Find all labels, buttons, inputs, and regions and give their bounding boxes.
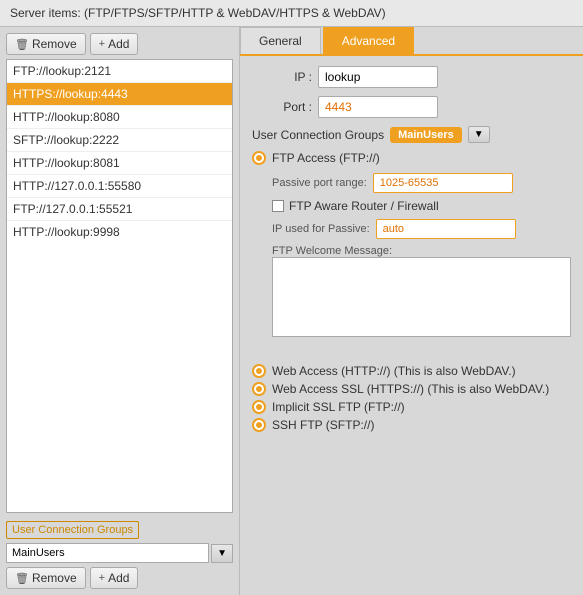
- add-server-button[interactable]: + Add: [90, 33, 139, 55]
- user-conn-groups-label: User Connection Groups: [252, 128, 384, 142]
- server-item-label: FTP://127.0.0.1:55521: [13, 202, 132, 216]
- ftp-access-radio[interactable]: [252, 151, 266, 165]
- server-item-2[interactable]: HTTP://lookup:8080: [7, 106, 232, 129]
- plus-icon: +: [99, 572, 105, 584]
- ftp-router-checkbox[interactable]: [272, 200, 284, 212]
- passive-port-row: Passive port range:: [272, 173, 571, 193]
- web-access-row: Web Access (HTTP://) (This is also WebDA…: [252, 364, 571, 378]
- plus-icon: +: [99, 38, 105, 50]
- tab-advanced[interactable]: Advanced: [323, 27, 414, 54]
- radio-dot: [256, 404, 262, 410]
- trash-icon: 🗑: [15, 38, 29, 51]
- divider: [252, 348, 571, 356]
- radio-dot: [256, 368, 262, 374]
- right-panel: General Advanced IP : Port :: [240, 27, 583, 595]
- web-access-ssl-radio[interactable]: [252, 382, 266, 396]
- welcome-textarea[interactable]: [272, 257, 571, 337]
- web-access-ssl-label: Web Access SSL (HTTPS://) (This is also …: [272, 382, 549, 396]
- server-item-6[interactable]: FTP://127.0.0.1:55521: [7, 198, 232, 221]
- add-user-label: Add: [108, 571, 129, 585]
- server-item-7[interactable]: HTTP://lookup:9998: [7, 221, 232, 243]
- server-item-label: HTTP://lookup:8080: [13, 110, 120, 124]
- content-area: 🗑 Remove + Add FTP://lookup:2121 HTTPS:/…: [0, 27, 583, 595]
- tab-general[interactable]: General: [240, 27, 321, 54]
- welcome-label: FTP Welcome Message:: [272, 245, 571, 257]
- tabs: General Advanced: [240, 27, 583, 56]
- select-arrow-icon[interactable]: ▼: [211, 544, 233, 563]
- radio-dot: [256, 386, 262, 392]
- passive-port-label: Passive port range:: [272, 177, 367, 189]
- ip-used-label: IP used for Passive:: [272, 223, 370, 235]
- user-connection-label: User Connection Groups: [6, 521, 233, 539]
- tab-general-label: General: [259, 34, 302, 48]
- server-item-label: HTTP://127.0.0.1:55580: [13, 179, 141, 193]
- user-connection-buttons: 🗑 Remove + Add: [6, 567, 233, 589]
- ftp-router-row: FTP Aware Router / Firewall: [272, 199, 571, 213]
- server-list-buttons: 🗑 Remove + Add: [6, 33, 233, 55]
- welcome-section: FTP Welcome Message:: [272, 245, 571, 340]
- ftp-access-row: FTP Access (FTP://): [252, 151, 571, 165]
- server-item-label: HTTPS://lookup:4443: [13, 87, 128, 101]
- ftp-router-label: FTP Aware Router / Firewall: [289, 199, 439, 213]
- bottom-sections: Web Access (HTTP://) (This is also WebDA…: [252, 364, 571, 436]
- ftp-indented-section: Passive port range: FTP Aware Router / F…: [272, 173, 571, 340]
- ssh-ftp-label: SSH FTP (SFTP://): [272, 418, 374, 432]
- trash-icon: 🗑: [15, 572, 29, 585]
- remove-user-label: Remove: [32, 571, 77, 585]
- user-connection-section: User Connection Groups MainUsers ▼ 🗑 Rem…: [6, 521, 233, 589]
- server-item-4[interactable]: HTTP://lookup:8081: [7, 152, 232, 175]
- server-item-label: HTTP://lookup:9998: [13, 225, 120, 239]
- user-connection-dropdown: MainUsers ▼: [6, 543, 233, 563]
- remove-server-button[interactable]: 🗑 Remove: [6, 33, 86, 55]
- server-item-0[interactable]: FTP://lookup:2121: [7, 60, 232, 83]
- server-list: FTP://lookup:2121 HTTPS://lookup:4443 HT…: [6, 59, 233, 513]
- title-text: Server items: (FTP/FTPS/SFTP/HTTP & WebD…: [10, 6, 386, 20]
- user-connection-badge: User Connection Groups: [6, 521, 139, 539]
- ip-label: IP :: [252, 70, 312, 84]
- web-access-ssl-row: Web Access SSL (HTTPS://) (This is also …: [252, 382, 571, 396]
- tab-advanced-label: Advanced: [342, 34, 395, 48]
- ftp-access-label: FTP Access (FTP://): [272, 151, 380, 165]
- user-connection-select[interactable]: MainUsers: [6, 543, 209, 563]
- port-row: Port :: [252, 96, 571, 118]
- user-conn-group-arrow-button[interactable]: ▼: [468, 126, 490, 143]
- implicit-ssl-label: Implicit SSL FTP (FTP://): [272, 400, 405, 414]
- server-item-1[interactable]: HTTPS://lookup:4443: [7, 83, 232, 106]
- radio-dot: [256, 422, 262, 428]
- form-area: IP : Port : User Connection Groups MainU…: [240, 56, 583, 595]
- ssh-ftp-row: SSH FTP (SFTP://): [252, 418, 571, 432]
- implicit-ssl-row: Implicit SSL FTP (FTP://): [252, 400, 571, 414]
- port-input[interactable]: [318, 96, 438, 118]
- main-container: Server items: (FTP/FTPS/SFTP/HTTP & WebD…: [0, 0, 583, 595]
- ip-input[interactable]: [318, 66, 438, 88]
- passive-port-input[interactable]: [373, 173, 513, 193]
- user-conn-groups-row: User Connection Groups MainUsers ▼: [252, 126, 571, 143]
- add-label: Add: [108, 37, 129, 51]
- ip-passive-row: IP used for Passive:: [272, 219, 571, 239]
- ip-passive-input[interactable]: [376, 219, 516, 239]
- user-conn-group-badge: MainUsers: [390, 127, 462, 143]
- remove-label: Remove: [32, 37, 77, 51]
- ssh-ftp-radio[interactable]: [252, 418, 266, 432]
- web-access-radio[interactable]: [252, 364, 266, 378]
- add-user-conn-button[interactable]: + Add: [90, 567, 139, 589]
- server-item-5[interactable]: HTTP://127.0.0.1:55580: [7, 175, 232, 198]
- server-item-label: HTTP://lookup:8081: [13, 156, 120, 170]
- left-panel: 🗑 Remove + Add FTP://lookup:2121 HTTPS:/…: [0, 27, 240, 595]
- remove-user-conn-button[interactable]: 🗑 Remove: [6, 567, 86, 589]
- implicit-ssl-radio[interactable]: [252, 400, 266, 414]
- port-label: Port :: [252, 100, 312, 114]
- server-item-label: FTP://lookup:2121: [13, 64, 111, 78]
- server-item-label: SFTP://lookup:2222: [13, 133, 119, 147]
- ip-row: IP :: [252, 66, 571, 88]
- server-item-3[interactable]: SFTP://lookup:2222: [7, 129, 232, 152]
- title-bar: Server items: (FTP/FTPS/SFTP/HTTP & WebD…: [0, 0, 583, 27]
- web-access-label: Web Access (HTTP://) (This is also WebDA…: [272, 364, 516, 378]
- radio-dot: [256, 155, 262, 161]
